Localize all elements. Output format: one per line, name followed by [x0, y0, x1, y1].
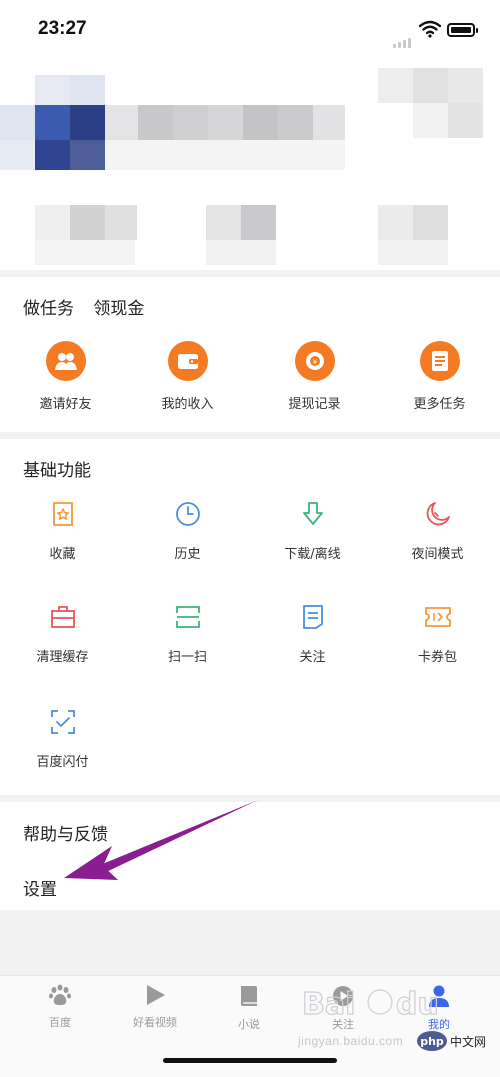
tab-haokan-video[interactable]: 好看视频 [105, 984, 205, 1030]
clock-icon [173, 499, 203, 529]
coupon-icon [423, 602, 453, 632]
basic-functions-card: 基础功能 收藏 历史 下载/离线 夜间模式 清理缓存 扫一扫 关注 卡券包 百度… [0, 439, 500, 795]
svg-text:中文网: 中文网 [450, 1034, 486, 1049]
task-card-title: 做任务 领现金 [23, 294, 144, 319]
help-feedback-item[interactable]: 帮助与反馈 [23, 820, 108, 845]
book-icon [241, 986, 257, 1006]
func-item-label: 卡券包 [417, 650, 457, 665]
func-item-label: 扫一扫 [167, 650, 207, 665]
func-item-coupon[interactable]: 卡券包 [375, 602, 500, 665]
withdraw-record-icon: ¥ [294, 341, 335, 381]
tab-label: 关注 [332, 1018, 354, 1031]
func-item-label: 夜间模式 [411, 547, 464, 562]
func-item-history[interactable]: 历史 [125, 499, 250, 562]
clear-cache-icon [48, 602, 78, 632]
battery-icon [447, 23, 478, 37]
quick-pay-icon [48, 707, 78, 737]
svg-text:php: php [420, 1035, 444, 1048]
func-item-label: 清理缓存 [36, 650, 89, 665]
watermark-url: jingyan.baidu.com [298, 1034, 404, 1048]
moon-icon [423, 499, 453, 529]
task-item-label: 提现记录 [288, 397, 341, 412]
func-item-label: 关注 [299, 650, 326, 665]
tab-mine[interactable]: 我的 [389, 984, 489, 1032]
func-item-clear-cache[interactable]: 清理缓存 [0, 602, 125, 665]
task-item-withdraw-record[interactable]: ¥ 提现记录 [252, 341, 377, 412]
func-item-label: 百度闪付 [36, 755, 89, 770]
func-item-scan[interactable]: 扫一扫 [125, 602, 250, 665]
func-item-label: 历史 [174, 547, 201, 562]
wallet-icon [167, 341, 208, 381]
svg-text:¥: ¥ [312, 358, 317, 366]
tab-label: 好看视频 [133, 1016, 177, 1029]
func-item-label: 下载/离线 [284, 547, 341, 562]
follow-play-icon [333, 986, 353, 1006]
user-icon [429, 985, 449, 1007]
tab-follow[interactable]: 关注 [293, 984, 393, 1032]
task-card: 做任务 领现金 邀请好友 我的收入 ¥ 提现记录 更多任务 [0, 277, 500, 432]
favorites-icon [48, 499, 78, 529]
task-item-label: 更多任务 [413, 397, 466, 412]
status-bar: 23:27 [0, 0, 500, 60]
wifi-icon [419, 20, 441, 38]
task-list-icon [419, 341, 460, 381]
follow-icon [298, 602, 328, 632]
tab-label: 百度 [49, 1016, 71, 1029]
task-item-more-tasks[interactable]: 更多任务 [377, 341, 500, 412]
func-item-quick-pay[interactable]: 百度闪付 [0, 707, 125, 770]
func-item-label: 收藏 [49, 547, 76, 562]
scan-icon [173, 602, 203, 632]
php-watermark: php 中文网 [417, 1031, 486, 1051]
profile-header-blurred[interactable] [0, 60, 500, 270]
play-icon [147, 985, 165, 1005]
signal-icon [393, 29, 413, 48]
task-title-do-tasks[interactable]: 做任务 [23, 299, 74, 319]
status-time: 23:27 [38, 18, 87, 39]
home-indicator[interactable] [163, 1058, 337, 1063]
func-item-follow[interactable]: 关注 [250, 602, 375, 665]
task-item-label: 邀请好友 [39, 397, 92, 412]
tab-novel[interactable]: 小说 [199, 984, 299, 1032]
task-title-get-cash[interactable]: 领现金 [93, 299, 144, 319]
task-item-my-income[interactable]: 我的收入 [125, 341, 250, 412]
func-item-night-mode[interactable]: 夜间模式 [375, 499, 500, 562]
tab-label: 小说 [238, 1018, 260, 1031]
basic-functions-title: 基础功能 [23, 461, 91, 481]
settings-item[interactable]: 设置 [23, 875, 57, 900]
help-settings-card: 帮助与反馈 设置 [0, 802, 500, 910]
download-icon [298, 499, 328, 529]
func-item-favorites[interactable]: 收藏 [0, 499, 125, 562]
paw-icon [49, 984, 71, 1006]
func-item-download[interactable]: 下载/离线 [250, 499, 375, 562]
tab-baidu[interactable]: 百度 [10, 984, 110, 1030]
invite-friends-icon [45, 341, 86, 381]
task-item-invite-friends[interactable]: 邀请好友 [3, 341, 128, 412]
task-item-label: 我的收入 [161, 397, 214, 412]
